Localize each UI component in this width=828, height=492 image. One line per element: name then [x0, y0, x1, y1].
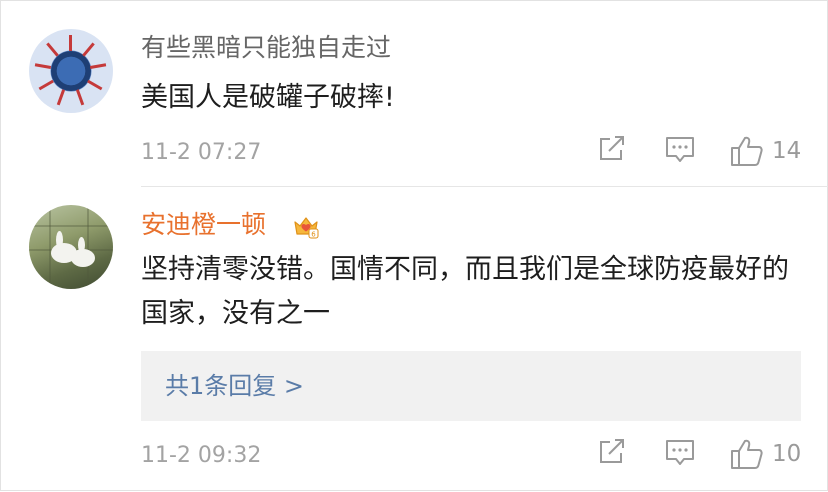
avatar[interactable] — [29, 29, 113, 113]
like-button[interactable]: 14 — [730, 135, 801, 167]
comment-icon — [666, 137, 694, 162]
username[interactable]: 安迪橙一顿 — [141, 210, 266, 240]
username[interactable]: 有些黑暗只能独自走过 — [141, 33, 391, 63]
virus-spike — [82, 42, 95, 57]
like-count: 14 — [772, 138, 802, 164]
share-icon — [600, 136, 624, 160]
comment-list: 有些黑暗只能独自走过 美国人是破罐子破摔! 11-2 07:27 14 安迪橙一… — [0, 0, 828, 491]
virus-spike — [46, 42, 59, 57]
virus-spike — [75, 89, 85, 106]
comment-button[interactable] — [665, 438, 695, 468]
cage-bar — [87, 205, 89, 289]
like-button[interactable]: 10 — [730, 438, 801, 470]
like-count: 10 — [772, 441, 802, 467]
timestamp: 11-2 09:32 — [141, 443, 262, 468]
timestamp: 11-2 07:27 — [141, 140, 262, 165]
goose-neck — [56, 231, 63, 249]
vip-crown-icon: 6 — [292, 214, 320, 240]
comment-text: 美国人是破罐子破摔! — [141, 82, 395, 113]
reply-box[interactable]: 共1条回复 > — [141, 351, 801, 421]
comment-button[interactable] — [665, 135, 695, 165]
thumbs-up-icon — [731, 136, 763, 166]
view-replies-link[interactable]: 共1条回复 > — [165, 370, 304, 402]
thumbs-up-icon — [731, 439, 763, 469]
virus-spike — [38, 79, 54, 91]
cage-bar — [29, 225, 113, 227]
share-icon — [600, 439, 624, 463]
virus-spike — [56, 89, 66, 106]
comment-item: 有些黑暗只能独自走过 美国人是破罐子破摔! 11-2 07:27 14 — [1, 1, 828, 187]
share-button[interactable] — [597, 135, 627, 163]
virus-spike — [69, 35, 72, 51]
virus-spike — [34, 63, 52, 70]
comment-text: 坚持清零没错。国情不同，而且我们是全球防疫最好的国家，没有之一 — [141, 254, 789, 329]
cage-bar — [49, 205, 51, 289]
comment-icon — [666, 440, 694, 465]
goose-neck — [78, 237, 85, 253]
virus-spike — [87, 79, 103, 91]
svg-text:6: 6 — [311, 231, 316, 239]
share-button[interactable] — [597, 438, 627, 466]
virus-avatar-icon — [51, 51, 91, 91]
virus-spike — [89, 63, 107, 70]
comment-item: 安迪橙一顿 6 坚持清零没错。国情不同，而且我们是全球防疫最好的国家，没有之一 … — [1, 187, 828, 492]
avatar[interactable] — [29, 205, 113, 289]
